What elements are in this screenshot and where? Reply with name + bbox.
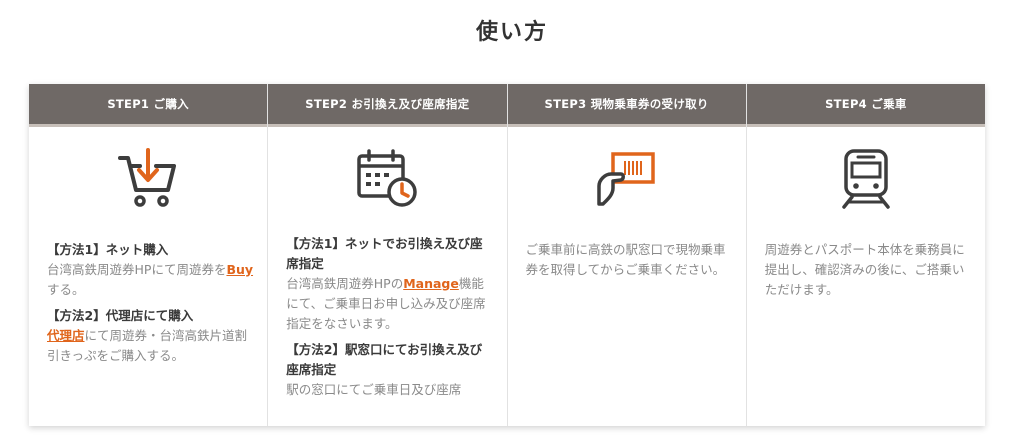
step-1-card: STEP1 ご購入 【方法1】ネット購入 台湾高鉄周遊券HPにて周遊券をBuy …: [29, 84, 269, 426]
step-3-text: ご乗車前に高鉄の駅窓口で現物乗車券を取得してからご乗車ください。: [525, 242, 726, 277]
calendar-clock-icon: [268, 148, 506, 218]
step-2-method-1-title: 【方法1】ネットでお引換え及び座席指定: [286, 236, 483, 271]
step-1-method-1-text-a: 台湾高鉄周遊券HPにて周遊券を: [47, 262, 227, 277]
step-1-method-1-title: 【方法1】ネット購入: [47, 242, 169, 257]
step-2-card: STEP2 お引換え及び座席指定 【方法1】ネットでお引換え及び座席指定 台湾高…: [268, 84, 508, 426]
step-4-body: 周遊券とパスポート本体を乗務員に提出し、確認済みの後に、ご搭乗いただけます。: [765, 240, 971, 300]
step-1-method-2-text: 代理店にて周遊券・台湾高鉄片道割引きっぷをご購入する。: [47, 326, 253, 366]
step-2-method-2-text: 駅の窓口にてご乗車日及び座席: [286, 382, 462, 397]
step-1-header: STEP1 ご購入: [29, 84, 268, 127]
step-3-body: ご乗車前に高鉄の駅窓口で現物乗車券を取得してからご乗車ください。: [526, 240, 732, 280]
step-4-card: STEP4 ご乗車 周遊券とパスポート本体を乗務員に提出し、確認済みの後に、ご搭…: [746, 84, 985, 426]
step-4-header: STEP4 ご乗車: [746, 84, 985, 127]
cart-download-icon: [29, 148, 267, 218]
train-icon: [747, 148, 985, 218]
step-1-method-1-text-b: する。: [47, 282, 85, 297]
page-title: 使い方: [475, 20, 548, 45]
step-2-method-1-text: 台湾高鉄周遊券HPのManage機能にて、ご乗車日お申し込み及び座席指定をなさい…: [286, 274, 492, 334]
step-1-body: 【方法1】ネット購入 台湾高鉄周遊券HPにて周遊券をBuy する。 【方法2】代…: [47, 240, 253, 372]
agency-link[interactable]: 代理店: [47, 328, 85, 343]
step-3-card: STEP3 現物乗車券の受け取り ご乗車前に高鉄の駅窓口で現物乗車券を取得してか…: [507, 84, 747, 426]
buy-link[interactable]: Buy: [226, 262, 253, 277]
step-2-method-1-text-a: 台湾高鉄周遊券HPの: [286, 276, 404, 291]
step-3-header: STEP3 現物乗車券の受け取り: [507, 84, 746, 127]
step-1-method-2-title: 【方法2】代理店にて購入: [47, 308, 194, 323]
manage-link[interactable]: Manage: [403, 276, 459, 291]
step-1-method-1-text: 台湾高鉄周遊券HPにて周遊券をBuy する。: [47, 260, 253, 300]
step-2-method-2-title: 【方法2】駅窓口にてお引換え及び座席指定: [286, 342, 483, 377]
step-4-text: 周遊券とパスポート本体を乗務員に提出し、確認済みの後に、ご搭乗いただけます。: [764, 242, 965, 297]
steps-panel: STEP1 ご購入 【方法1】ネット購入 台湾高鉄周遊券HPにて周遊券をBuy …: [29, 84, 985, 426]
step-2-fade: [268, 400, 507, 426]
ticket-hand-icon: [508, 148, 746, 218]
step-2-header: STEP2 お引換え及び座席指定: [268, 84, 507, 127]
step-2-body: 【方法1】ネットでお引換え及び座席指定 台湾高鉄周遊券HPのManage機能にて…: [286, 234, 492, 406]
